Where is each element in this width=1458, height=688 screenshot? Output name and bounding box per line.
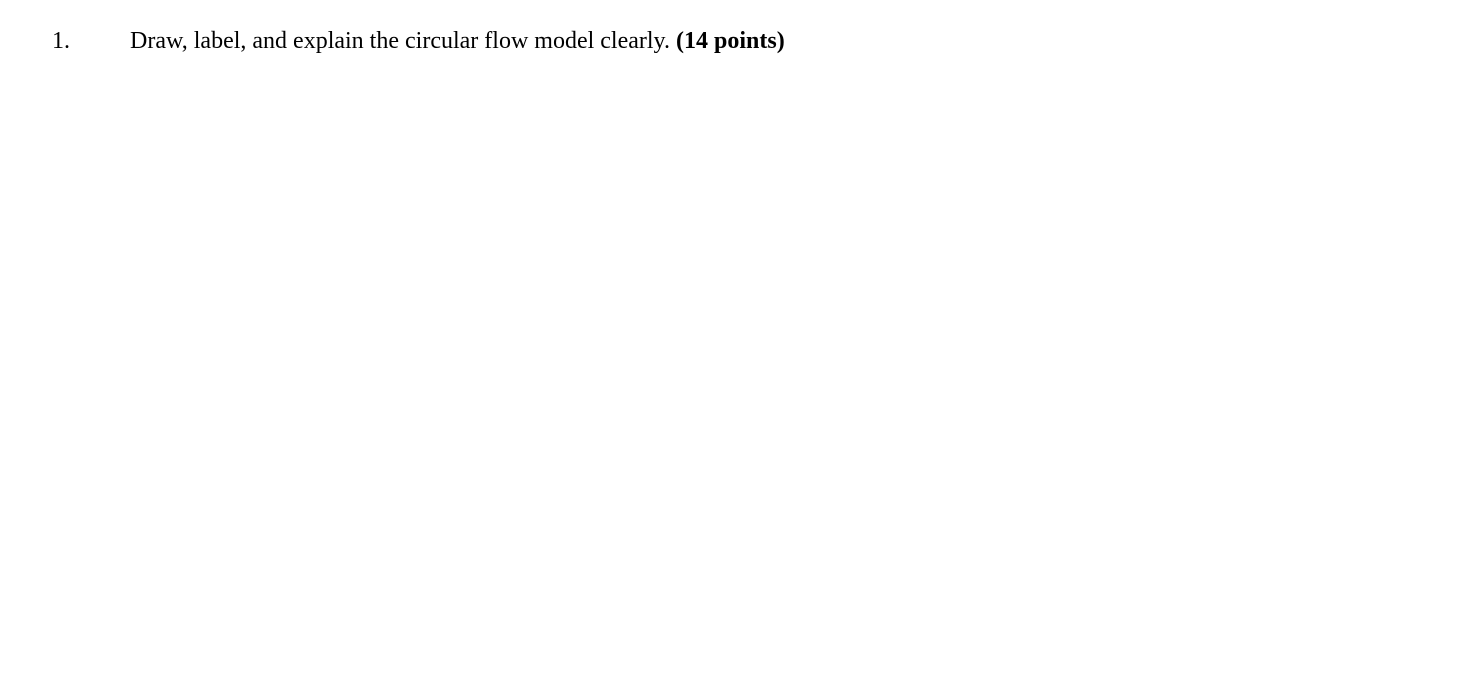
question-points: (14 points) bbox=[676, 28, 785, 54]
question-body: Draw, label, and explain the circular fl… bbox=[130, 28, 1458, 55]
question-text: Draw, label, and explain the circular fl… bbox=[130, 28, 676, 54]
question-number: 1. bbox=[52, 28, 130, 55]
question-row: 1. Draw, label, and explain the circular… bbox=[52, 28, 1458, 55]
